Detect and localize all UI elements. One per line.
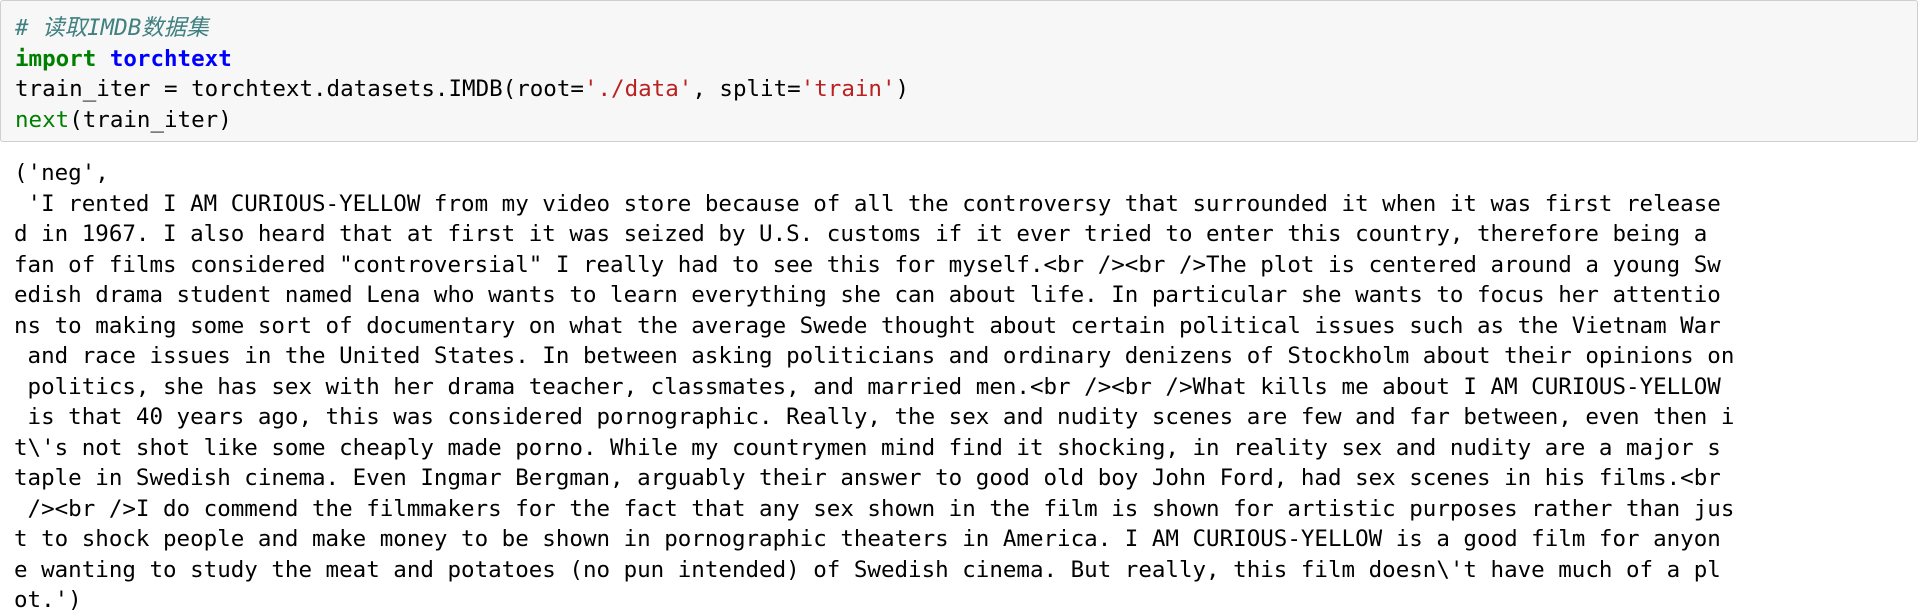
output-line: fan of films considered "controversial" … xyxy=(14,251,1721,278)
code-input-area[interactable]: # 读取IMDB数据集 import torchtext train_iter = … xyxy=(0,0,1918,142)
root-string: './data' xyxy=(583,76,693,102)
output-line: 'I rented I AM CURIOUS-YELLOW from my vi… xyxy=(14,190,1721,217)
output-line: d in 1967. I also heard that at first it… xyxy=(14,221,1721,247)
code-editor[interactable]: # 读取IMDB数据集 import torchtext train_iter = … xyxy=(15,13,909,135)
code-line-import: import torchtext xyxy=(15,44,909,75)
cell-output: ('neg', 'I rented I AM CURIOUS-YELLOW fr… xyxy=(14,158,1914,616)
output-line: politics, she has sex with her drama tea… xyxy=(14,373,1721,400)
notebook-cell: # 读取IMDB数据集 import torchtext train_iter = … xyxy=(0,0,1920,616)
code-line-next: next(train_iter) xyxy=(15,105,909,136)
output-line: t\'s not shot like some cheaply made por… xyxy=(14,434,1721,461)
module-name: torchtext xyxy=(109,45,232,72)
next-args: (train_iter) xyxy=(69,106,232,133)
output-line: taple in Swedish cinema. Even Ingmar Ber… xyxy=(14,465,1721,491)
code-line-comment: # 读取IMDB数据集 xyxy=(15,13,909,44)
dataset-call-prefix: train_iter = torchtext.datasets.IMDB(roo… xyxy=(15,76,584,102)
output-line: is that 40 years ago, this was considere… xyxy=(14,404,1735,430)
output-line: ('neg', xyxy=(14,160,109,186)
split-string: 'train' xyxy=(800,76,896,102)
output-line: /><br />I do commend the filmmakers for … xyxy=(14,495,1735,522)
next-builtin: next xyxy=(15,106,70,133)
output-line: edish drama student named Lena who wants… xyxy=(14,282,1721,308)
dataset-call-middle: , split= xyxy=(692,76,801,102)
output-line: t to shock people and make money to be s… xyxy=(14,526,1721,552)
dataset-call-suffix: ) xyxy=(895,76,910,102)
output-line: e wanting to study the meat and potatoes… xyxy=(14,556,1721,583)
output-line: ot.') xyxy=(14,587,82,613)
code-line-dataset: train_iter = torchtext.datasets.IMDB(roo… xyxy=(15,74,909,105)
output-line: and race issues in the United States. In… xyxy=(14,343,1735,369)
comment-text: # 读取IMDB数据集 xyxy=(15,15,209,41)
output-line: ns to making some sort of documentary on… xyxy=(14,312,1721,339)
import-keyword: import xyxy=(15,45,97,72)
